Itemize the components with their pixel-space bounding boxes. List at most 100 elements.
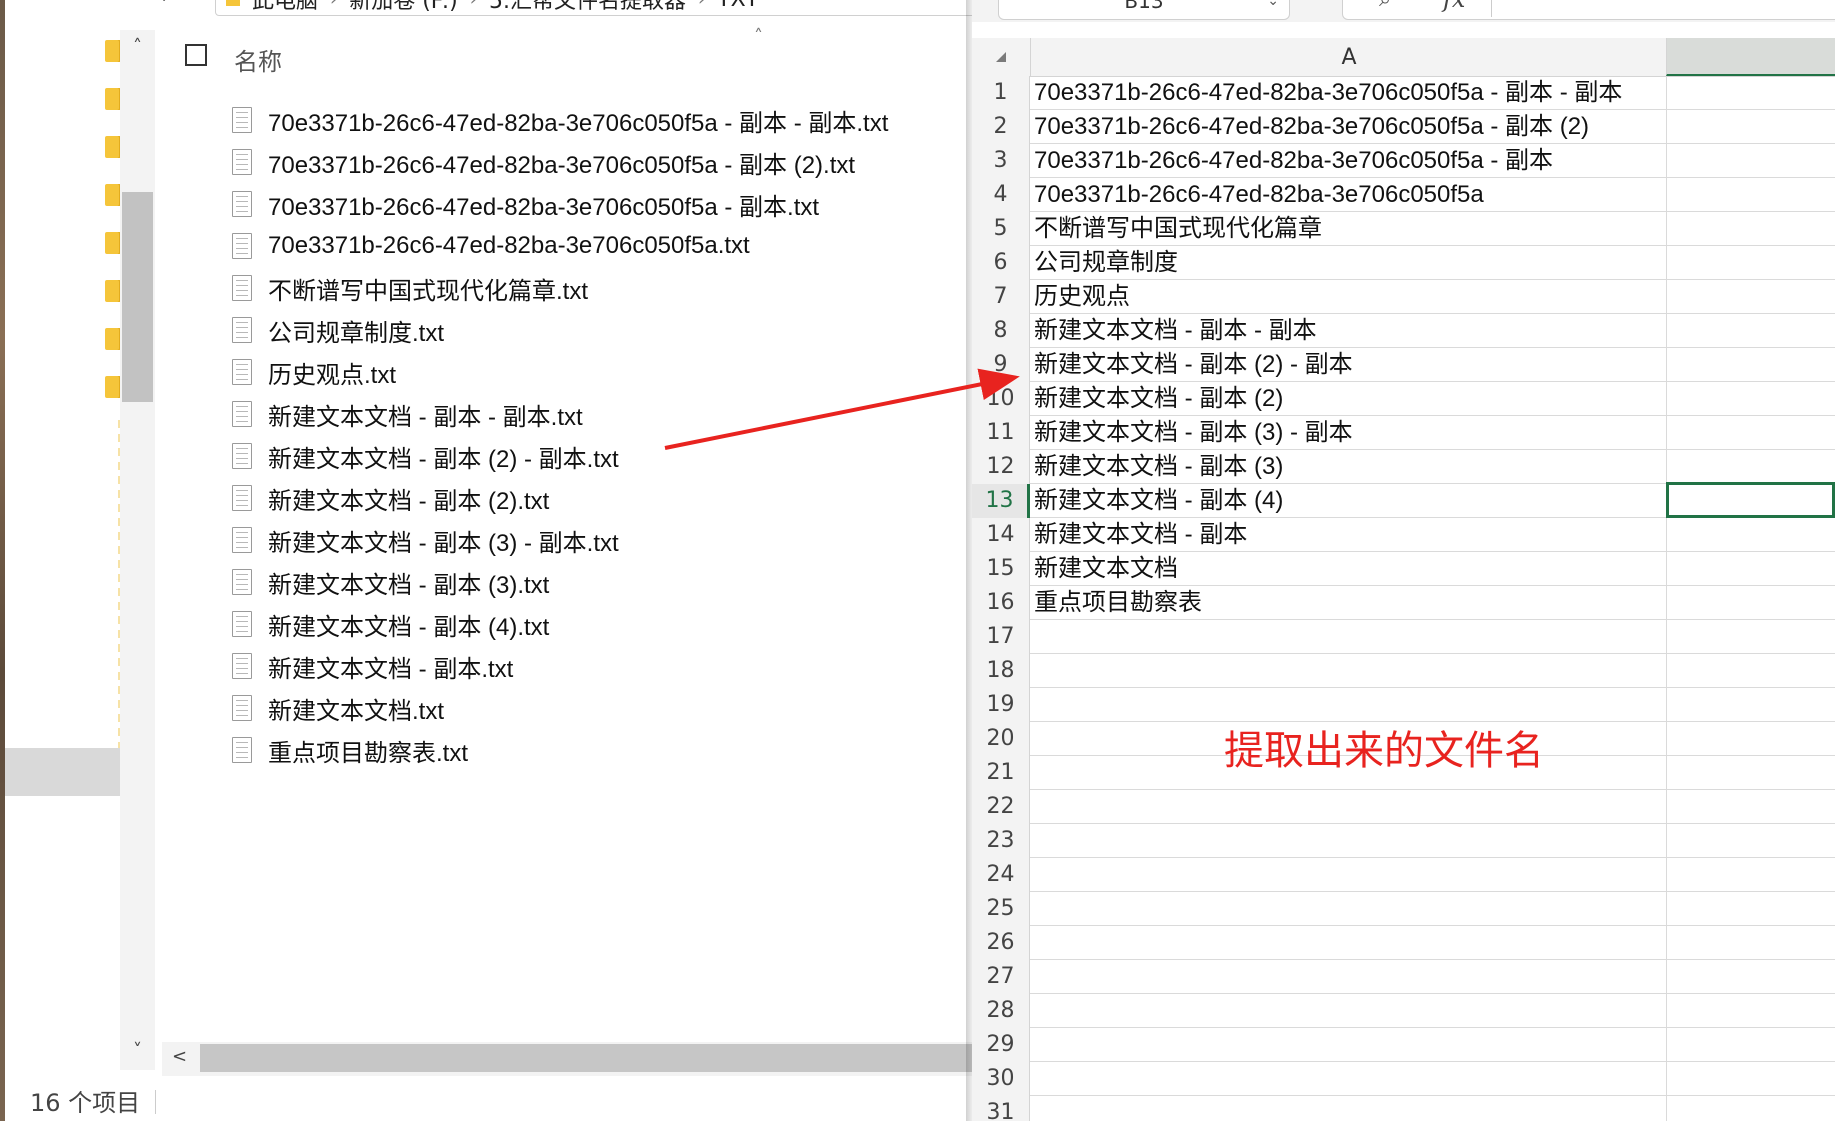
scrollbar-thumb[interactable]: [122, 192, 153, 402]
cell-a[interactable]: [1034, 1028, 1662, 1062]
row-header[interactable]: 7: [972, 280, 1030, 314]
row-header[interactable]: 24: [972, 858, 1030, 892]
row-header[interactable]: 12: [972, 450, 1030, 484]
name-box[interactable]: B13 ⌄: [998, 0, 1290, 20]
cell-a[interactable]: 70e3371b-26c6-47ed-82ba-3e706c050f5a: [1034, 178, 1662, 212]
folder-icon[interactable]: [105, 280, 121, 302]
row-header[interactable]: 1: [972, 76, 1030, 110]
breadcrumb-this-pc[interactable]: 此电脑: [252, 0, 318, 15]
scrollbar-thumb[interactable]: [200, 1044, 972, 1072]
column-header-a[interactable]: A: [1030, 38, 1667, 76]
breadcrumb-current[interactable]: TXT: [717, 0, 759, 12]
select-all-checkbox[interactable]: [185, 44, 207, 66]
select-all-cells[interactable]: [972, 38, 1030, 76]
cell-a[interactable]: 新建文本文档 - 副本 (3): [1034, 450, 1662, 484]
file-row[interactable]: 新建文本文档 - 副本 - 副本.txt: [232, 393, 972, 435]
row-header[interactable]: 23: [972, 824, 1030, 858]
folder-icon[interactable]: [105, 184, 121, 206]
row-header[interactable]: 10: [972, 382, 1030, 416]
file-row[interactable]: 新建文本文档 - 副本 (2) - 副本.txt: [232, 435, 972, 477]
row-header[interactable]: 8: [972, 314, 1030, 348]
column-header-b[interactable]: [1666, 38, 1835, 76]
cell-a[interactable]: [1034, 858, 1662, 892]
cell-a[interactable]: 新建文本文档 - 副本 (4): [1034, 484, 1662, 518]
cell-a[interactable]: 70e3371b-26c6-47ed-82ba-3e706c050f5a - 副…: [1034, 110, 1662, 144]
file-row[interactable]: 70e3371b-26c6-47ed-82ba-3e706c050f5a - 副…: [232, 183, 972, 225]
folder-icon[interactable]: [105, 328, 121, 350]
address-bar[interactable]: 此电脑 › 新加卷 (F:) › 5.汇帮文件名提取器 › TXT: [215, 0, 972, 16]
cell-a[interactable]: 公司规章制度: [1034, 246, 1662, 280]
cell-a[interactable]: 重点项目勘察表: [1034, 586, 1662, 620]
cell-a[interactable]: 历史观点: [1034, 280, 1662, 314]
forward-arrow-icon[interactable]: >: [90, 0, 108, 7]
folder-icon[interactable]: [105, 136, 121, 158]
cell-a[interactable]: [1034, 790, 1662, 824]
cell-a[interactable]: [1034, 824, 1662, 858]
row-header[interactable]: 28: [972, 994, 1030, 1028]
cell-a[interactable]: [1034, 994, 1662, 1028]
row-header[interactable]: 20: [972, 722, 1030, 756]
row-header[interactable]: 25: [972, 892, 1030, 926]
file-row[interactable]: 70e3371b-26c6-47ed-82ba-3e706c050f5a.txt: [232, 225, 972, 267]
row-header[interactable]: 18: [972, 654, 1030, 688]
row-header[interactable]: 26: [972, 926, 1030, 960]
cell-a[interactable]: 新建文本文档 - 副本: [1034, 518, 1662, 552]
row-header[interactable]: 27: [972, 960, 1030, 994]
cell-a[interactable]: [1034, 960, 1662, 994]
row-header[interactable]: 6: [972, 246, 1030, 280]
formula-input[interactable]: ⌕ fx: [1342, 0, 1835, 20]
cell-a[interactable]: [1034, 620, 1662, 654]
nav-selected-item[interactable]: [5, 748, 120, 796]
row-header[interactable]: 2: [972, 110, 1030, 144]
file-row[interactable]: 新建文本文档 - 副本 (3) - 副本.txt: [232, 519, 972, 561]
row-header[interactable]: 13: [972, 484, 1030, 518]
search-icon[interactable]: ⌕: [1379, 0, 1391, 12]
row-header[interactable]: 4: [972, 178, 1030, 212]
folder-icon[interactable]: [105, 232, 121, 254]
row-header[interactable]: 5: [972, 212, 1030, 246]
folder-icon[interactable]: [105, 376, 121, 398]
file-row[interactable]: 公司规章制度.txt: [232, 309, 972, 351]
file-row[interactable]: 新建文本文档 - 副本 (3).txt: [232, 561, 972, 603]
row-header[interactable]: 16: [972, 586, 1030, 620]
cell-a[interactable]: 70e3371b-26c6-47ed-82ba-3e706c050f5a - 副…: [1034, 76, 1662, 110]
row-header[interactable]: 17: [972, 620, 1030, 654]
folder-icon[interactable]: [105, 88, 121, 110]
folder-icon[interactable]: [105, 40, 121, 62]
cell-a[interactable]: [1034, 892, 1662, 926]
file-row[interactable]: 不断谱写中国式现代化篇章.txt: [232, 267, 972, 309]
file-row[interactable]: 70e3371b-26c6-47ed-82ba-3e706c050f5a - 副…: [232, 99, 972, 141]
row-header[interactable]: 29: [972, 1028, 1030, 1062]
scroll-down-icon[interactable]: ˅: [120, 1040, 155, 1061]
file-row[interactable]: 新建文本文档.txt: [232, 687, 972, 729]
cell-a[interactable]: 70e3371b-26c6-47ed-82ba-3e706c050f5a - 副…: [1034, 144, 1662, 178]
nav-pane-scrollbar[interactable]: ˄ ˅: [120, 30, 155, 1070]
row-header[interactable]: 19: [972, 688, 1030, 722]
scroll-up-icon[interactable]: ˄: [120, 36, 155, 57]
breadcrumb-folder[interactable]: 5.汇帮文件名提取器: [489, 0, 686, 15]
function-icon[interactable]: fx: [1443, 0, 1465, 13]
cell-a[interactable]: 新建文本文档 - 副本 (3) - 副本: [1034, 416, 1662, 450]
file-row[interactable]: 新建文本文档 - 副本.txt: [232, 645, 972, 687]
cell-a[interactable]: [1034, 654, 1662, 688]
cell-a[interactable]: [1034, 1062, 1662, 1096]
row-header[interactable]: 31: [972, 1096, 1030, 1121]
breadcrumb-drive[interactable]: 新加卷 (F:): [349, 0, 458, 15]
cell-a[interactable]: [1034, 1096, 1662, 1121]
file-row[interactable]: 70e3371b-26c6-47ed-82ba-3e706c050f5a - 副…: [232, 141, 972, 183]
cell-a[interactable]: 新建文本文档 - 副本 (2): [1034, 382, 1662, 416]
row-header[interactable]: 9: [972, 348, 1030, 382]
file-row[interactable]: 新建文本文档 - 副本 (2).txt: [232, 477, 972, 519]
row-header[interactable]: 15: [972, 552, 1030, 586]
cell-a[interactable]: [1034, 688, 1662, 722]
cell-a[interactable]: 不断谱写中国式现代化篇章: [1034, 212, 1662, 246]
chevron-down-icon[interactable]: ⌄: [1267, 0, 1279, 19]
horizontal-scrollbar[interactable]: <: [162, 1042, 972, 1076]
row-header[interactable]: 3: [972, 144, 1030, 178]
row-header[interactable]: 22: [972, 790, 1030, 824]
row-header[interactable]: 11: [972, 416, 1030, 450]
back-arrow-icon[interactable]: <: [30, 0, 48, 7]
file-row[interactable]: 历史观点.txt: [232, 351, 972, 393]
row-header[interactable]: 14: [972, 518, 1030, 552]
cell-a[interactable]: 新建文本文档 - 副本 (2) - 副本: [1034, 348, 1662, 382]
